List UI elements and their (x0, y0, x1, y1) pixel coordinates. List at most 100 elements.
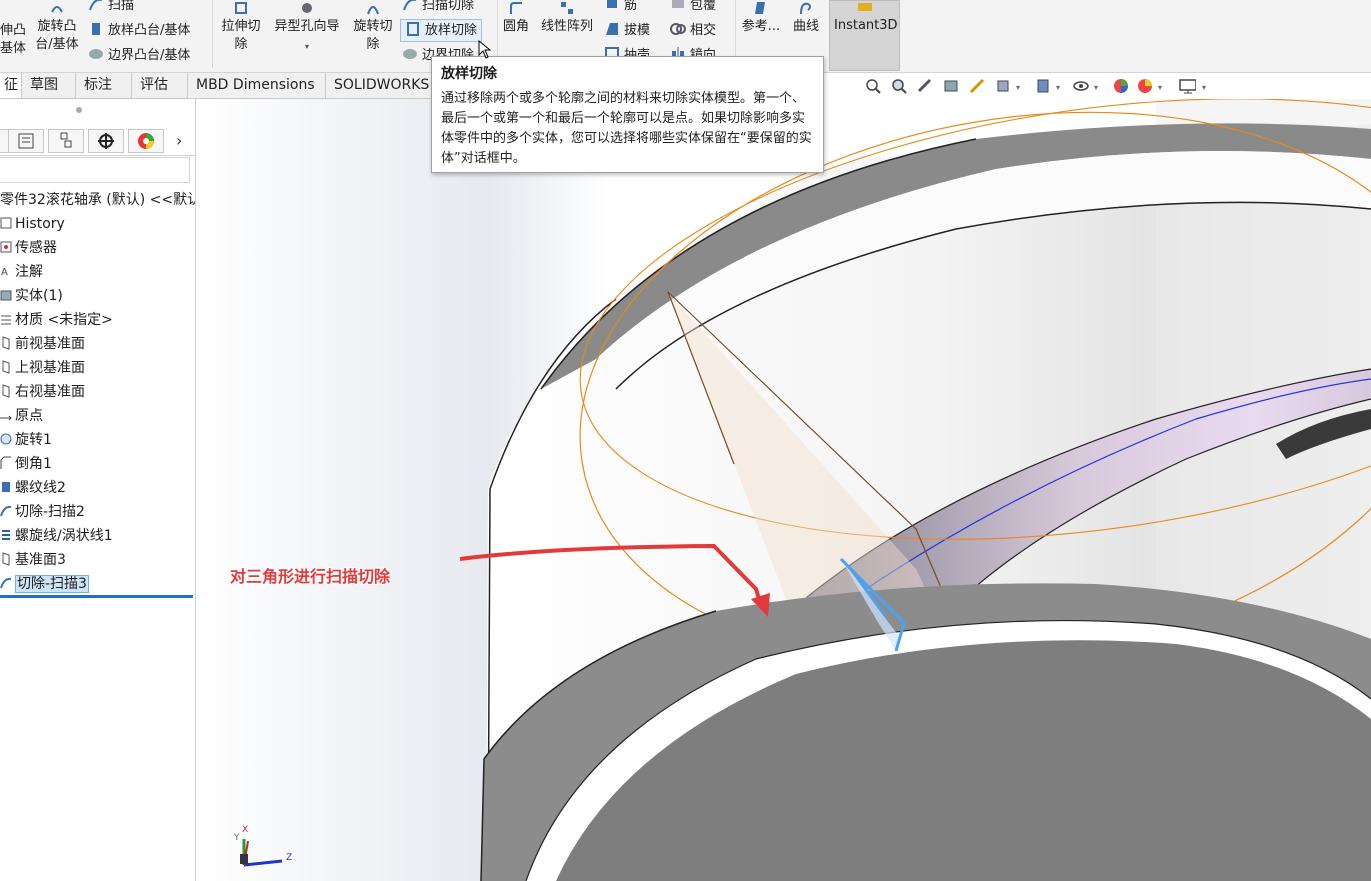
tree-item-label: 上视基准面 (15, 360, 85, 376)
tree-item-label: 右视基准面 (15, 384, 85, 400)
previous-view-icon[interactable] (916, 77, 934, 95)
loft-cut-icon (407, 22, 419, 36)
feature-tree: History 传感器 A 注解实体(1) 材质 <未指定> 前视基准面上视基准面右视基准… (0, 212, 195, 596)
configuration-manager-icon (60, 132, 72, 148)
wrap-button[interactable]: 包覆 (670, 0, 716, 15)
display-style-dropdown-icon[interactable]: ▾ (1056, 83, 1060, 92)
tree-item[interactable]: 螺旋线/涡状线1 (0, 524, 195, 548)
instant3d-button[interactable]: Instant3D (829, 0, 900, 71)
chevron-right-icon[interactable]: › (176, 131, 182, 150)
loft-cut-button[interactable]: 放样切除 (400, 19, 483, 42)
sweep-button[interactable]: 扫描 (88, 0, 134, 15)
boundary-boss-button[interactable]: 边界凸台/基体 (88, 46, 190, 65)
tree-item[interactable]: 基准面3 (0, 548, 195, 572)
view-settings-dropdown-icon[interactable]: ▾ (1202, 83, 1206, 92)
graphics-area[interactable]: X Y Z (196, 99, 1371, 881)
boundary-cut-icon (403, 49, 417, 59)
tab-sketch[interactable]: 草图 (22, 73, 76, 98)
revolve-icon (0, 430, 12, 445)
intersect-icon (670, 23, 686, 35)
extrude-boss-button[interactable]: 伸凸 基体 (0, 2, 26, 58)
tree-item[interactable]: 材质 <未指定> (0, 308, 195, 332)
tree-item[interactable]: 上视基准面 (0, 356, 195, 380)
tree-item[interactable]: 倒角1 (0, 452, 195, 476)
section-view-icon[interactable] (942, 77, 960, 95)
tab-mbd-dimensions[interactable]: MBD Dimensions (188, 73, 326, 98)
tree-item-label: 实体(1) (15, 288, 63, 304)
hole-wizard-icon (302, 3, 312, 13)
rib-button[interactable]: 筋 (604, 0, 637, 15)
tree-item[interactable]: History (0, 212, 195, 236)
tree-item[interactable]: 切除-扫描2 (0, 500, 195, 524)
linear-pattern-icon (561, 2, 573, 14)
tree-item[interactable]: 旋转1 (0, 428, 195, 452)
tree-item[interactable]: 实体(1) (0, 284, 195, 308)
thread-icon (0, 478, 12, 492)
chamfer-icon (0, 454, 12, 469)
view-orientation-dropdown-icon[interactable]: ▾ (1016, 83, 1020, 92)
tree-item[interactable]: A 注解 (0, 260, 195, 284)
loft-boss-button[interactable]: 放样凸台/基体 (88, 21, 190, 40)
tab-features[interactable]: 征 (0, 73, 22, 98)
zoom-to-area-icon[interactable] (890, 77, 908, 95)
tree-item-label: 材质 <未指定> (15, 312, 113, 328)
tree-item[interactable]: 切除-扫描3 (0, 572, 195, 596)
origin-icon (0, 406, 12, 421)
dynamic-annotation-icon[interactable] (968, 77, 986, 95)
tree-item-label: 切除-扫描2 (15, 504, 85, 520)
display-style-icon[interactable] (1034, 77, 1052, 95)
tree-item-label: History (15, 216, 65, 232)
hole-wizard-dropdown-icon[interactable]: ▾ (270, 38, 344, 56)
revolve-boss-icon (51, 6, 63, 13)
filter-input[interactable] (0, 157, 190, 183)
hide-show-dropdown-icon[interactable]: ▾ (1094, 83, 1098, 92)
view-orientation-icon[interactable] (994, 77, 1012, 95)
command-manager-tabs: 征 草图 标注 评估 MBD Dimensions SOLIDWORKS (0, 73, 460, 99)
panel-tabs: › (0, 127, 195, 156)
tab-property-manager[interactable] (8, 129, 44, 153)
tree-item-label: 基准面3 (15, 552, 66, 568)
plane-icon (0, 550, 12, 566)
rollback-bar[interactable] (0, 595, 193, 598)
extrude-cut-icon (235, 2, 247, 14)
hide-show-items-icon[interactable] (1072, 77, 1090, 95)
extrude-cut-button[interactable]: 拉伸切 除 (216, 0, 266, 54)
view-settings-icon[interactable] (1178, 77, 1196, 95)
reference-geometry-icon (755, 2, 765, 14)
zoom-to-fit-icon[interactable] (864, 77, 882, 95)
history-icon (0, 214, 12, 229)
feature-tree-root[interactable]: 零件32滚花轴承 (默认) <<默认 (0, 189, 195, 209)
fillet-button[interactable]: 圆角 (499, 0, 533, 36)
plane-icon (0, 334, 12, 350)
tab-display-manager[interactable] (128, 129, 164, 153)
apply-scene-dropdown-icon[interactable]: ▾ (1158, 83, 1162, 92)
curves-button[interactable]: 曲线 (788, 0, 824, 36)
sweep-cut-icon (0, 574, 12, 589)
tree-item-label: 螺纹线2 (15, 480, 66, 496)
edit-appearance-icon[interactable] (1112, 77, 1130, 95)
tree-item[interactable]: 螺纹线2 (0, 476, 195, 500)
rib-icon (607, 0, 617, 8)
feature-manager-panel: › 零件32滚花轴承 (默认) <<默认 History 传感器 A 注解实体(1) 材… (0, 99, 196, 881)
tab-evaluate[interactable]: 评估 (132, 73, 188, 98)
tab-dimxpert-manager[interactable] (88, 129, 124, 153)
draft-button[interactable]: 拔模 (604, 21, 650, 40)
hole-wizard-button[interactable]: 异型孔向导 ▾ (270, 0, 344, 56)
tree-item[interactable]: 传感器 (0, 236, 195, 260)
revolve-cut-button[interactable]: 旋转切 除 (348, 0, 398, 54)
tree-item[interactable]: 前视基准面 (0, 332, 195, 356)
reference-geometry-button[interactable]: 参考... (740, 0, 782, 36)
revolve-boss-button[interactable]: 旋转凸 台/基体 (32, 0, 82, 54)
linear-pattern-button[interactable]: 线性阵列 (537, 0, 597, 36)
tree-item[interactable]: 右视基准面 (0, 380, 195, 404)
sweep-cut-button[interactable]: 扫描切除 (402, 0, 474, 15)
sweep-icon (89, 0, 102, 11)
tab-configuration-manager[interactable] (48, 129, 84, 153)
panel-grip-icon[interactable] (76, 107, 82, 113)
apply-scene-icon[interactable] (1136, 77, 1154, 95)
intersect-button[interactable]: 相交 (670, 21, 716, 40)
tree-item[interactable]: 原点 (0, 404, 195, 428)
tab-markup[interactable]: 标注 (76, 73, 132, 98)
appearance-pie-icon (138, 133, 154, 149)
loft-boss-icon (92, 23, 100, 35)
